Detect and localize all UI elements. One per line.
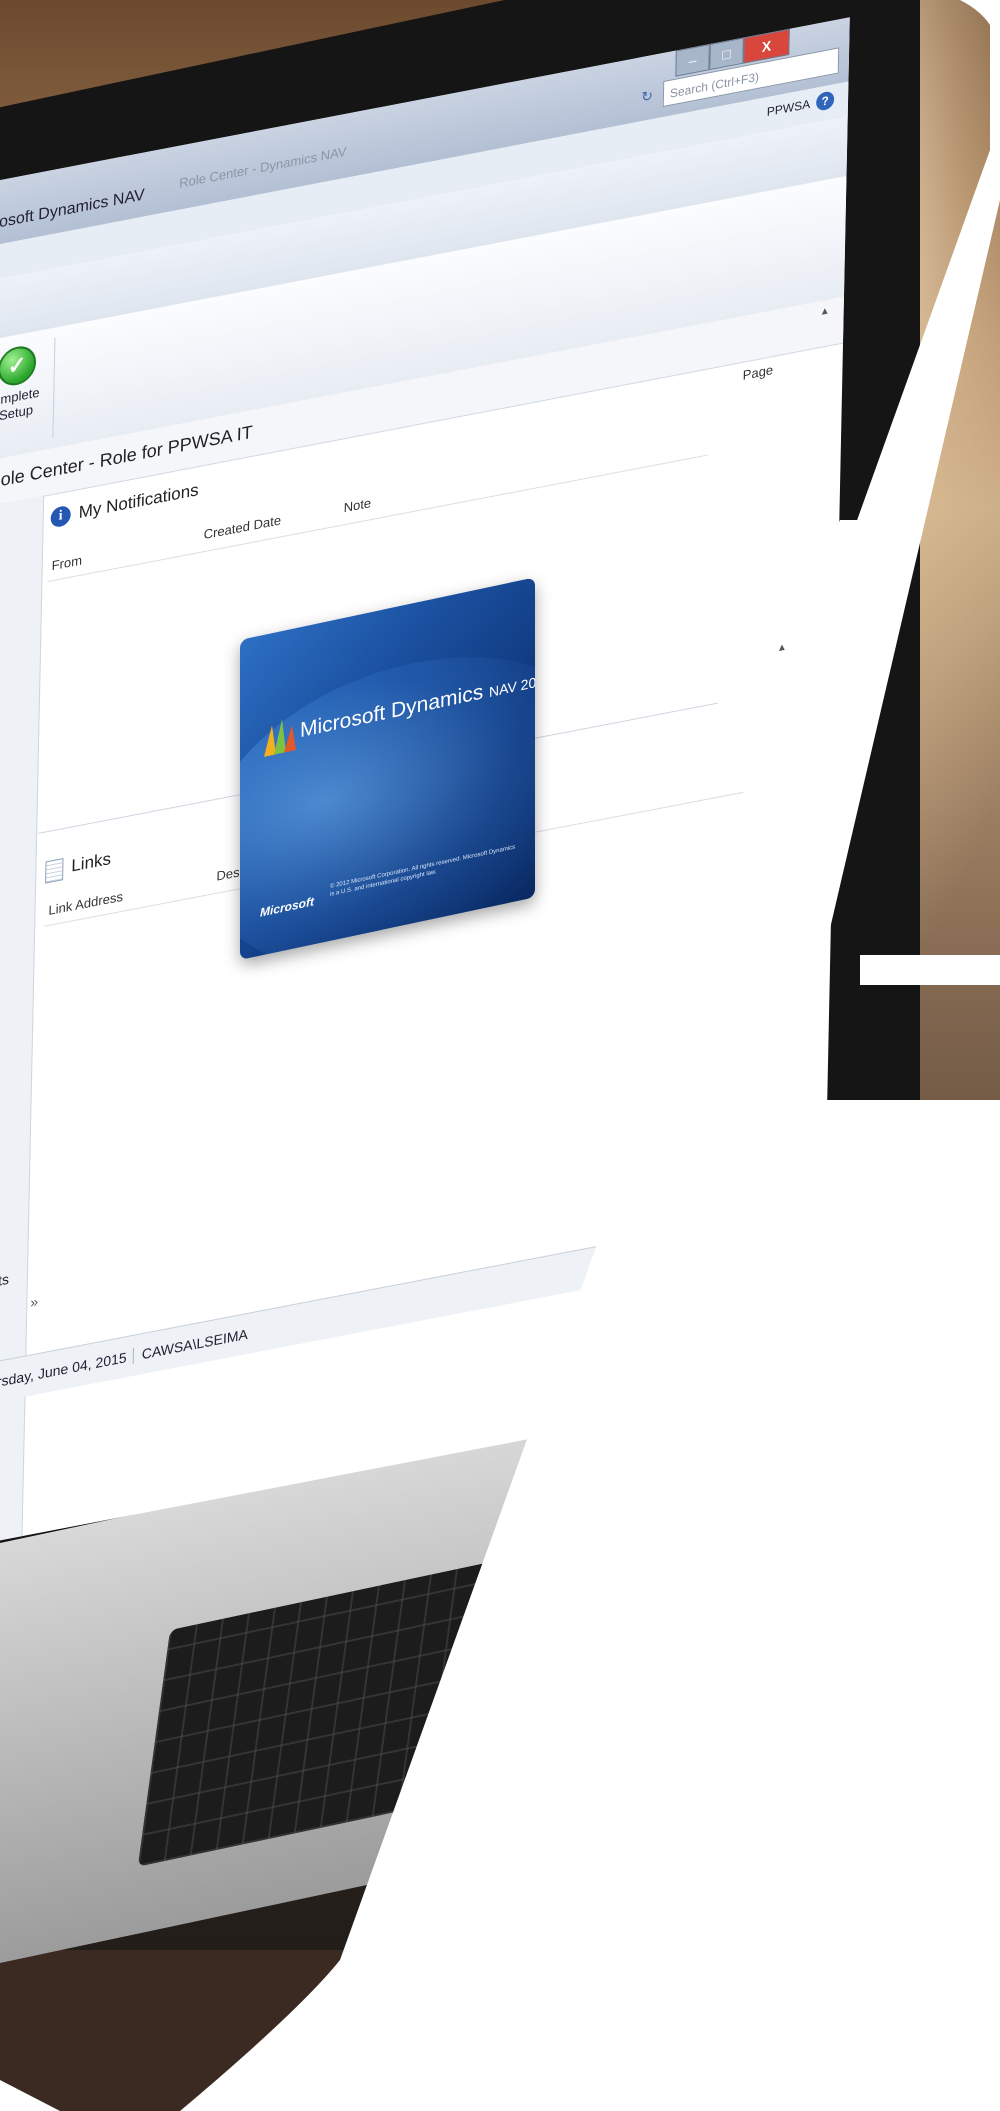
photo-stage: – □ X osoft Dynamics NAV Role Center - D… — [0, 0, 1000, 2111]
white-angular-overlay — [0, 0, 1000, 2111]
